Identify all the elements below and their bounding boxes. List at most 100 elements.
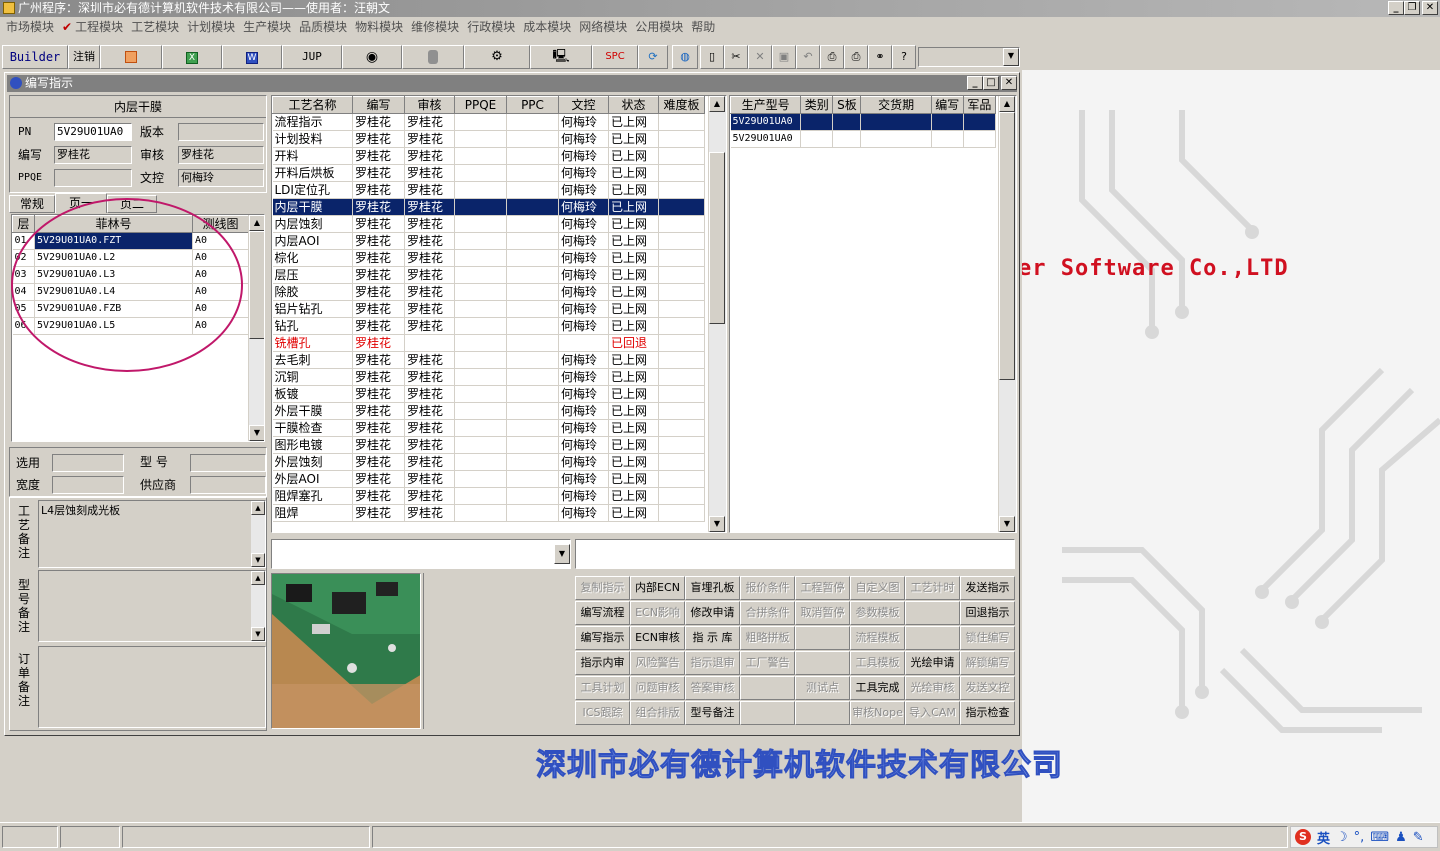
- refresh-button[interactable]: ⟳: [638, 45, 668, 69]
- table-cell[interactable]: 罗桂花: [352, 147, 405, 165]
- action-button[interactable]: 指示内审: [575, 651, 630, 675]
- table-cell[interactable]: 层压: [272, 266, 353, 284]
- table-cell[interactable]: 罗桂花: [352, 266, 405, 284]
- action-button[interactable]: [795, 651, 850, 675]
- table-row[interactable]: 5V29U01UA0: [730, 113, 997, 131]
- table-cell[interactable]: A0: [192, 249, 249, 267]
- table-cell[interactable]: 已上网: [608, 402, 659, 420]
- table-cell[interactable]: 已上网: [608, 300, 659, 318]
- action-button[interactable]: 内部ECN: [630, 576, 685, 600]
- table-row[interactable]: 外层蚀刻 罗桂花 罗桂花 何梅玲 已上网: [272, 453, 705, 471]
- table-cell[interactable]: [454, 351, 507, 369]
- table-cell[interactable]: 何梅玲: [558, 300, 609, 318]
- scroll-up-icon[interactable]: ▲: [251, 571, 265, 585]
- table-row[interactable]: 干膜检查 罗桂花 罗桂花 何梅玲 已上网: [272, 419, 705, 437]
- table-cell[interactable]: [506, 181, 559, 199]
- action-button[interactable]: [795, 626, 850, 650]
- table-cell[interactable]: [832, 130, 862, 148]
- table-row[interactable]: 06 5V29U01UA0.L5 A0: [12, 317, 249, 335]
- table-cell[interactable]: [506, 164, 559, 182]
- table-cell[interactable]: [658, 232, 705, 250]
- action-button[interactable]: 回退指示: [960, 601, 1015, 625]
- ime-language-toggle[interactable]: 英: [1317, 828, 1330, 847]
- table-cell[interactable]: 钻孔: [272, 317, 353, 335]
- table-cell[interactable]: 罗桂花: [404, 181, 455, 199]
- table-cell[interactable]: [506, 334, 559, 352]
- table-cell[interactable]: [454, 181, 507, 199]
- view-button[interactable]: ◉: [342, 45, 402, 69]
- table-cell[interactable]: 05: [12, 300, 35, 318]
- table-cell[interactable]: [658, 164, 705, 182]
- table-row[interactable]: 04 5V29U01UA0.L4 A0: [12, 283, 249, 301]
- table-cell[interactable]: 何梅玲: [558, 147, 609, 165]
- table-row[interactable]: 5V29U01UA0: [730, 130, 997, 148]
- table-cell[interactable]: 罗桂花: [404, 232, 455, 250]
- table-cell[interactable]: 罗桂花: [404, 164, 455, 182]
- table-cell[interactable]: [658, 113, 705, 131]
- table-row[interactable]: 开料后烘板 罗桂花 罗桂花 何梅玲 已上网: [272, 164, 705, 182]
- table-cell[interactable]: [658, 504, 705, 522]
- chevron-down-icon[interactable]: ▼: [554, 544, 570, 564]
- table-cell[interactable]: [506, 249, 559, 267]
- table-cell[interactable]: 外层干膜: [272, 402, 353, 420]
- action-button[interactable]: 导入CAM: [905, 701, 960, 725]
- table-cell[interactable]: 罗桂花: [404, 300, 455, 318]
- scroll-up-icon[interactable]: ▲: [251, 501, 265, 515]
- table-cell[interactable]: [454, 385, 507, 403]
- table-row[interactable]: 铝片钻孔 罗桂花 罗桂花 何梅玲 已上网: [272, 300, 705, 318]
- table-cell[interactable]: [506, 385, 559, 403]
- ppqe-field[interactable]: [54, 169, 132, 187]
- action-button[interactable]: [740, 676, 795, 700]
- user-icon[interactable]: ♟: [1395, 830, 1407, 845]
- table-cell[interactable]: [454, 334, 507, 352]
- action-button[interactable]: 编写指示: [575, 626, 630, 650]
- table-cell[interactable]: 罗桂花: [404, 487, 455, 505]
- table-cell[interactable]: 罗桂花: [352, 334, 405, 352]
- table-cell[interactable]: 罗桂花: [352, 198, 405, 216]
- action-button[interactable]: 指示检查: [960, 701, 1015, 725]
- table-cell[interactable]: 5V29U01UA0.L4: [34, 283, 193, 301]
- action-button[interactable]: 光绘申请: [905, 651, 960, 675]
- action-button[interactable]: [905, 601, 960, 625]
- table-cell[interactable]: 已上网: [608, 504, 659, 522]
- table-cell[interactable]: 干膜检查: [272, 419, 353, 437]
- table-cell[interactable]: 已上网: [608, 249, 659, 267]
- table-cell[interactable]: 已上网: [608, 283, 659, 301]
- action-button[interactable]: 工程暂停: [795, 576, 850, 600]
- window-minimize-button[interactable]: _: [967, 76, 983, 90]
- table-cell[interactable]: [506, 470, 559, 488]
- table-cell[interactable]: 罗桂花: [352, 113, 405, 131]
- table-cell[interactable]: 罗桂花: [352, 487, 405, 505]
- process-column-header[interactable]: 难度板: [658, 96, 705, 114]
- punctuation-icon[interactable]: °,: [1354, 830, 1365, 845]
- wrench-icon[interactable]: ✎: [1413, 830, 1424, 845]
- action-button[interactable]: ECN审核: [630, 626, 685, 650]
- table-cell[interactable]: [658, 334, 705, 352]
- table-row[interactable]: 05 5V29U01UA0.FZB A0: [12, 300, 249, 318]
- table-cell[interactable]: 何梅玲: [558, 130, 609, 148]
- cut-button[interactable]: ✂: [724, 45, 748, 69]
- table-row[interactable]: 02 5V29U01UA0.L2 A0: [12, 249, 249, 267]
- keyboard-icon[interactable]: ⌨: [1370, 830, 1389, 845]
- table-cell[interactable]: [832, 113, 862, 131]
- table-cell[interactable]: [931, 130, 964, 148]
- table-cell[interactable]: [506, 113, 559, 131]
- table-cell[interactable]: 何梅玲: [558, 351, 609, 369]
- find-button[interactable]: ⚭: [868, 45, 892, 69]
- table-row[interactable]: 阻焊 罗桂花 罗桂花 何梅玲 已上网: [272, 504, 705, 522]
- table-cell[interactable]: [454, 470, 507, 488]
- model-column-header[interactable]: 编写: [930, 96, 964, 114]
- tab-page-two[interactable]: 页二: [107, 195, 157, 213]
- table-cell[interactable]: 06: [12, 317, 35, 335]
- table-cell[interactable]: 罗桂花: [352, 232, 405, 250]
- left-combo[interactable]: ▼: [271, 539, 571, 569]
- table-row[interactable]: 板镀 罗桂花 罗桂花 何梅玲 已上网: [272, 385, 705, 403]
- table-cell[interactable]: 何梅玲: [558, 419, 609, 437]
- table-cell[interactable]: 板镀: [272, 385, 353, 403]
- table-cell[interactable]: [860, 130, 932, 148]
- table-cell[interactable]: [454, 368, 507, 386]
- scroll-down-icon[interactable]: ▼: [709, 516, 725, 532]
- table-cell[interactable]: 罗桂花: [404, 215, 455, 233]
- table-cell[interactable]: [658, 249, 705, 267]
- model-column-header[interactable]: S板: [832, 96, 862, 114]
